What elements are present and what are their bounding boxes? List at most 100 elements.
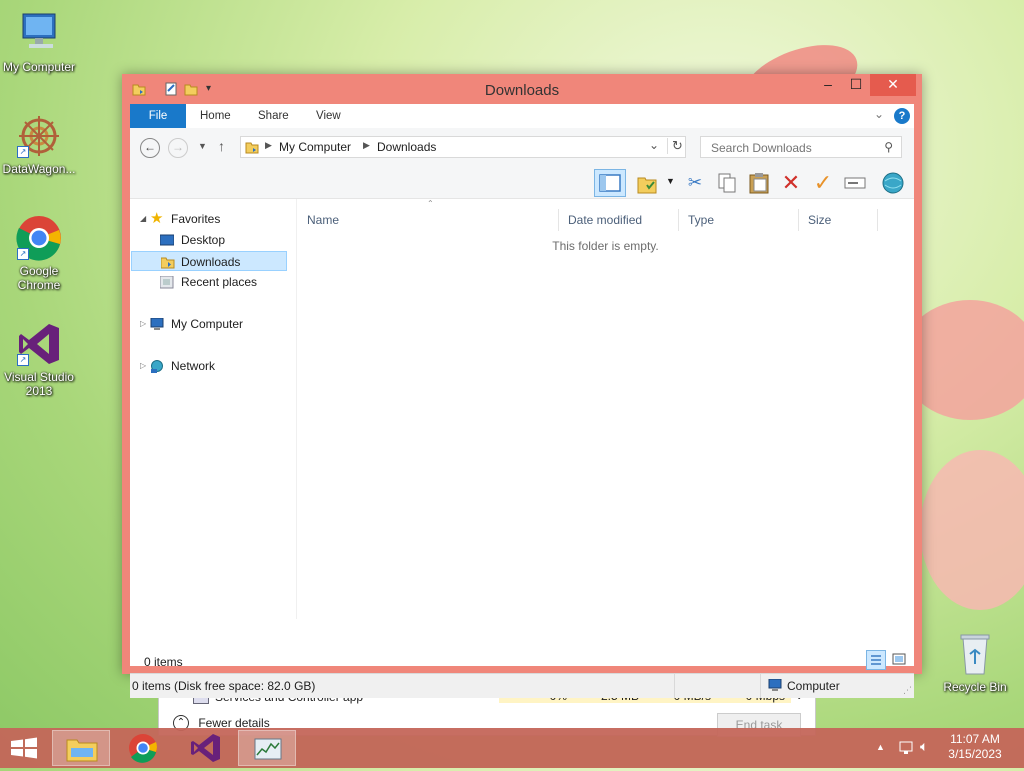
computer-icon (150, 317, 164, 330)
explorer-window[interactable]: ▾ Downloads – ☐ ✕ File Home Share View ⌄… (122, 74, 922, 698)
chevron-right-icon[interactable]: ▶ (265, 140, 272, 151)
desktop-icon-datawagon[interactable]: ↗ DataWagon... (0, 112, 78, 176)
column-header-size[interactable]: Size (798, 209, 878, 231)
sidebar-item-downloads[interactable]: Downloads (131, 251, 287, 271)
network-status-icon[interactable] (898, 740, 914, 759)
visual-studio-icon (191, 734, 220, 762)
chevron-right-icon[interactable]: ▶ (363, 140, 370, 151)
taskbar-visual-studio[interactable] (176, 730, 234, 766)
tab-share[interactable]: Share (244, 104, 303, 128)
windows-logo-icon (11, 737, 37, 759)
resize-grip-icon[interactable]: ⋰ (903, 685, 912, 696)
chrome-icon (129, 734, 157, 763)
desktop-icon-visual-studio[interactable]: ↗ Visual Studio 2013 (0, 320, 78, 398)
taskbar: ▲ 🔈︎ 11:07 AM 3/15/2023 (0, 728, 1024, 768)
title-bar[interactable]: ▾ Downloads – ☐ ✕ (122, 74, 922, 104)
breadcrumb-my-computer[interactable]: My Computer (279, 140, 351, 154)
status-bar: 0 items (Disk free space: 82.0 GB) Compu… (130, 673, 914, 698)
search-icon[interactable]: ⚲ (884, 140, 893, 154)
sidebar-item-label: Desktop (181, 233, 226, 247)
sidebar-item-network[interactable]: ▷ Network (130, 356, 286, 376)
sort-arrow-icon: ⌃ (427, 199, 434, 208)
breadcrumb-downloads[interactable]: Downloads (377, 140, 436, 154)
column-header-date-modified[interactable]: Date modified (558, 209, 679, 231)
shortcut-arrow-icon: ↗ (17, 354, 29, 366)
collapsed-arrow-icon[interactable]: ▷ (140, 356, 146, 376)
details-view-icon[interactable] (866, 650, 886, 670)
cut-icon[interactable]: ✂ (682, 171, 708, 195)
status-text: 0 items (Disk free space: 82.0 GB) (132, 679, 316, 693)
search-input[interactable] (709, 138, 873, 158)
globe-icon[interactable] (880, 171, 906, 195)
downloads-folder-icon (160, 255, 175, 269)
expand-arrow-icon[interactable]: ◢ (140, 209, 146, 229)
sidebar-item-my-computer[interactable]: ▷ My Computer (130, 314, 286, 334)
address-bar[interactable]: ▶ My Computer ▶ Downloads ⌄ ↻ (240, 136, 686, 158)
refresh-icon[interactable]: ↻ (667, 138, 683, 154)
minimize-button[interactable]: – (814, 74, 842, 96)
layout-pane-icon[interactable] (594, 169, 626, 197)
sidebar-item-recent-places[interactable]: Recent places (130, 272, 286, 292)
address-dropdown-icon[interactable]: ⌄ (649, 138, 659, 152)
desktop-icon (159, 233, 175, 246)
back-button[interactable]: ← (140, 138, 160, 158)
sidebar-item-label: Network (171, 359, 216, 373)
star-icon: ★ (150, 210, 164, 227)
up-arrow-icon[interactable]: ↑ (218, 138, 225, 154)
recycle-bin-icon (951, 630, 999, 678)
volume-icon[interactable]: 🔈︎ (920, 738, 928, 755)
desktop-icon-label: Visual Studio 2013 (4, 370, 74, 398)
network-icon (150, 359, 164, 373)
large-icons-view-icon[interactable] (890, 650, 910, 670)
sidebar-item-desktop[interactable]: Desktop (130, 230, 286, 250)
chrome-icon: ↗ (15, 214, 63, 262)
show-hidden-icons-icon[interactable]: ▲ (876, 742, 885, 752)
desktop-icon-recycle-bin[interactable]: Recycle Bin (936, 630, 1014, 694)
help-icon[interactable]: ? (894, 108, 910, 124)
checkmark-icon[interactable]: ✓ (810, 171, 836, 195)
desktop-icon-google-chrome[interactable]: ↗ Google Chrome (0, 214, 78, 292)
desktop-icon-label: My Computer (2, 60, 76, 74)
file-list[interactable]: ⌃ Name Date modified Type Size This fold… (297, 199, 914, 619)
dropdown-icon[interactable]: ▼ (666, 176, 675, 186)
expand-ribbon-icon[interactable]: ⌄ (874, 107, 884, 121)
column-header-name[interactable]: Name (297, 209, 559, 231)
item-count: 0 items (144, 655, 183, 669)
system-clock[interactable]: 11:07 AM 3/15/2023 (940, 732, 1010, 762)
delete-icon[interactable]: ✕ (778, 171, 804, 195)
taskbar-task-manager[interactable] (238, 730, 296, 766)
copy-icon[interactable] (714, 171, 740, 195)
recent-locations-icon[interactable]: ▼ (198, 141, 207, 151)
start-button[interactable] (0, 728, 48, 768)
empty-folder-message: This folder is empty. (552, 239, 659, 253)
search-box[interactable]: ⚲ (700, 136, 902, 158)
ribbon-tabs: File Home Share View ⌄ ? (130, 104, 914, 129)
shortcut-arrow-icon: ↗ (17, 146, 29, 158)
status-divider (760, 674, 761, 698)
desktop-icon-my-computer[interactable]: My Computer (0, 10, 78, 74)
folder-icon (245, 140, 259, 157)
clock-date: 3/15/2023 (948, 747, 1002, 761)
computer-icon (15, 10, 63, 58)
column-header-type[interactable]: Type (678, 209, 799, 231)
status-divider (674, 674, 675, 698)
taskbar-google-chrome[interactable] (114, 730, 172, 766)
sidebar-item-label: Recent places (181, 275, 258, 289)
tab-view[interactable]: View (302, 104, 355, 128)
forward-button[interactable]: → (168, 138, 188, 158)
tab-home[interactable]: Home (186, 104, 245, 128)
taskbar-file-explorer[interactable] (52, 730, 110, 766)
rename-icon[interactable] (842, 171, 868, 195)
shortcut-arrow-icon: ↗ (17, 248, 29, 260)
close-button[interactable]: ✕ (870, 74, 916, 96)
folder-check-icon[interactable] (634, 171, 660, 195)
tab-file[interactable]: File (130, 104, 186, 128)
address-row: ← → ▼ ↑ ▶ My Computer ▶ Downloads ⌄ ↻ ⚲ (130, 128, 914, 168)
explorer-body: File Home Share View ⌄ ? ← → ▼ ↑ ▶ My Co… (130, 104, 914, 698)
maximize-button[interactable]: ☐ (842, 74, 870, 96)
paste-icon[interactable] (746, 171, 772, 195)
window-title: Downloads (484, 82, 560, 99)
collapsed-arrow-icon[interactable]: ▷ (140, 314, 146, 334)
sidebar-item-favorites[interactable]: ◢ ★ Favorites (130, 209, 286, 229)
task-manager-icon (254, 738, 282, 760)
